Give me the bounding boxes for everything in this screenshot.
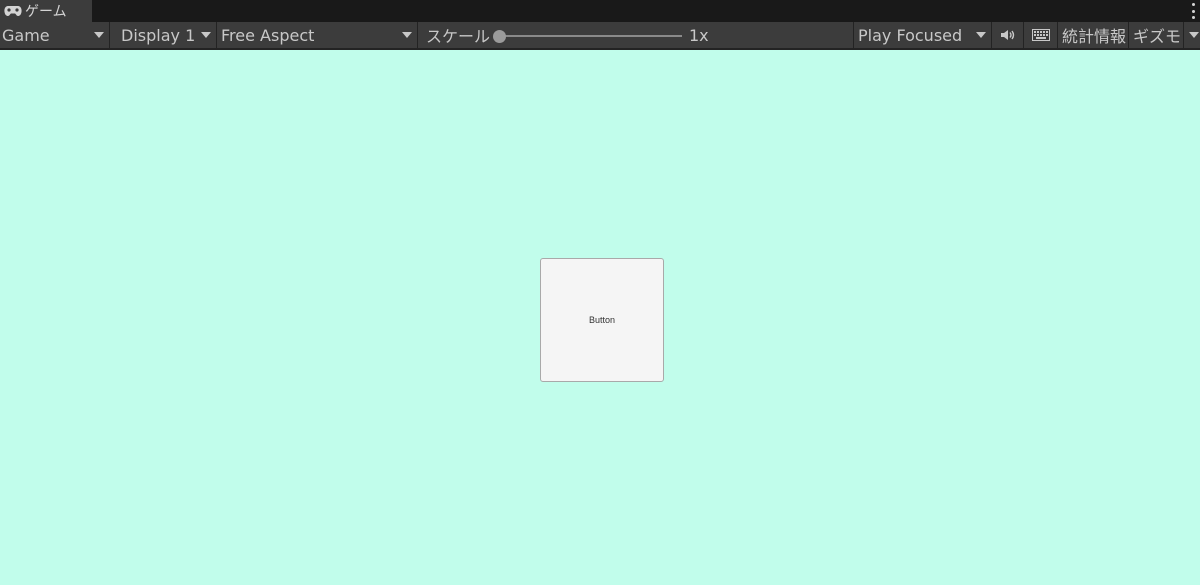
view-mode-label: Game xyxy=(2,25,50,45)
gizmos-menu-chevron-icon[interactable] xyxy=(1189,32,1199,38)
tab-game[interactable]: ゲーム xyxy=(0,0,92,22)
game-toolbar: Game Display 1 Free Aspect スケール 1x Play … xyxy=(0,22,1200,50)
mute-audio-button[interactable] xyxy=(992,22,1023,48)
more-options-icon[interactable] xyxy=(1190,3,1196,19)
scale-slider-track[interactable] xyxy=(500,35,682,37)
play-mode-dropdown[interactable]: Play Focused xyxy=(858,22,990,48)
chevron-down-icon xyxy=(976,32,986,38)
play-mode-label: Play Focused xyxy=(858,25,963,45)
scale-slider-handle[interactable] xyxy=(493,30,506,43)
chevron-down-icon xyxy=(94,32,104,38)
tab-bar: ゲーム xyxy=(0,0,1200,22)
scale-value: 1x xyxy=(689,25,709,45)
tab-game-label: ゲーム xyxy=(25,4,67,20)
gizmos-label: ギズモ xyxy=(1133,27,1182,46)
scale-label: スケール xyxy=(426,27,491,46)
view-mode-dropdown[interactable]: Game xyxy=(2,22,108,48)
gamepad-icon xyxy=(4,6,22,16)
speaker-icon xyxy=(1000,30,1014,40)
chevron-down-icon xyxy=(402,32,412,38)
gizmos-button[interactable]: ギズモ xyxy=(1133,22,1181,48)
keyboard-icon xyxy=(1031,29,1050,41)
aspect-dropdown[interactable]: Free Aspect xyxy=(221,22,416,48)
keyboard-shortcuts-button[interactable] xyxy=(1024,22,1057,48)
aspect-label: Free Aspect xyxy=(221,25,315,45)
stats-button[interactable]: 統計情報 xyxy=(1062,22,1126,48)
display-label: Display 1 xyxy=(121,25,196,45)
game-ui-button-label: Button xyxy=(588,315,616,325)
stats-label: 統計情報 xyxy=(1062,27,1127,46)
chevron-down-icon xyxy=(201,32,211,38)
game-ui-button[interactable]: Button xyxy=(540,258,664,382)
